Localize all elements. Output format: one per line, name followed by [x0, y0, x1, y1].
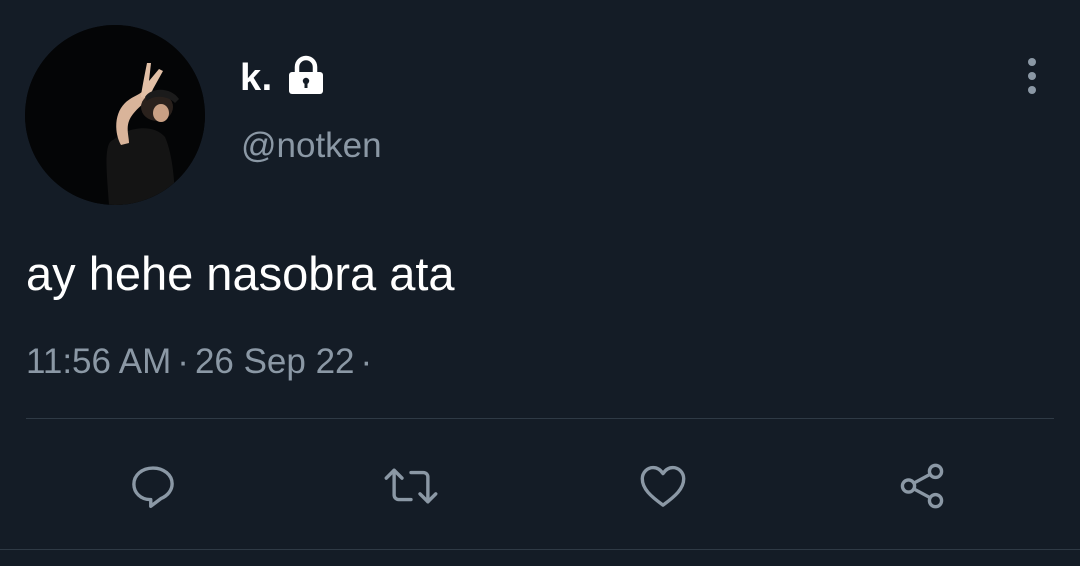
divider — [26, 418, 1054, 419]
display-name-row: k. — [240, 54, 325, 102]
reply-button[interactable] — [117, 450, 189, 522]
tweet-time: 11:56 AM — [26, 342, 172, 381]
share-button[interactable] — [886, 450, 958, 522]
heart-icon — [640, 465, 686, 507]
lock-icon — [287, 55, 325, 97]
divider — [0, 549, 1080, 550]
share-icon — [900, 463, 944, 509]
user-handle[interactable]: @notken — [241, 126, 382, 166]
tweet-date: 26 Sep 22 — [194, 342, 355, 381]
profile-photo — [25, 25, 205, 205]
like-button[interactable] — [627, 450, 699, 522]
meta-separator: · — [177, 342, 189, 381]
tweet-meta: 11:56 AM · 26 Sep 22 · — [26, 338, 378, 386]
retweet-button[interactable] — [375, 450, 447, 522]
avatar[interactable] — [25, 25, 205, 205]
meta-trailing-separator: · — [360, 342, 373, 381]
tweet-text: ay hehe nasobra ata — [26, 247, 455, 300]
action-bar — [0, 450, 1080, 522]
retweet-icon — [384, 468, 438, 504]
display-name[interactable]: k. — [240, 57, 273, 100]
more-vertical-icon[interactable] — [1012, 54, 1052, 100]
reply-icon — [132, 466, 174, 508]
